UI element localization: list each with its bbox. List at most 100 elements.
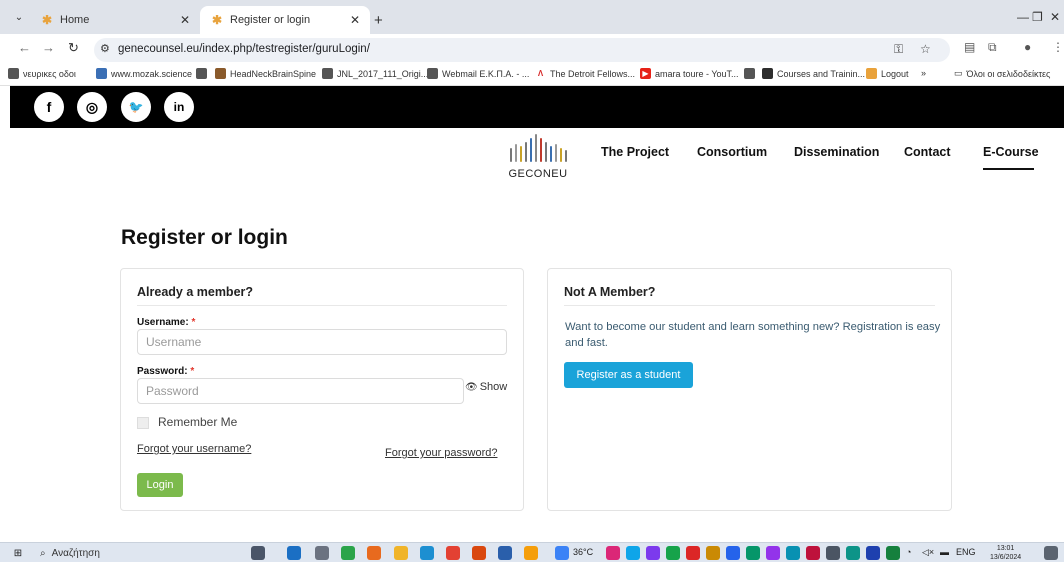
- password-input[interactable]: [137, 378, 464, 404]
- bookmark-label: www.mozak.science: [111, 68, 193, 79]
- language-indicator[interactable]: ENG: [956, 547, 976, 557]
- detroit-icon: Λ: [535, 68, 546, 79]
- edge-icon[interactable]: [420, 546, 434, 560]
- tab-search-icon[interactable]: ⌄: [10, 8, 28, 26]
- remember-me-checkbox[interactable]: [137, 417, 149, 429]
- forward-icon[interactable]: →: [42, 40, 55, 55]
- tray-icon[interactable]: [686, 546, 700, 560]
- windows-start-icon[interactable]: ⊞: [12, 547, 24, 559]
- tab-home[interactable]: ✱ Home ✕: [30, 6, 200, 34]
- eye-icon: 👁: [465, 381, 478, 393]
- clock[interactable]: 13:01 13/6/2024: [990, 544, 1021, 562]
- tray-icon[interactable]: [786, 546, 800, 560]
- app-icon[interactable]: [524, 546, 538, 560]
- bookmark-item[interactable]: Logout: [866, 68, 909, 79]
- word-icon[interactable]: [498, 546, 512, 560]
- site-logo[interactable]: GECONEU: [500, 134, 576, 184]
- windows-taskbar: ⊞ ⌕ Αναζήτηση 36°C ◔ ◁× ▬ ENG 13:01 13/6…: [0, 542, 1064, 562]
- minimize-icon[interactable]: —: [1017, 10, 1029, 24]
- menu-dots-icon[interactable]: ⋮: [1052, 40, 1064, 54]
- forgot-password-link[interactable]: Forgot your password?: [385, 447, 498, 459]
- bookmark-item[interactable]: JNL_2017_111_Origi...: [322, 68, 428, 79]
- volume-icon[interactable]: ◁×: [922, 547, 934, 558]
- close-window-icon[interactable]: ✕: [1050, 10, 1060, 24]
- tray-icon[interactable]: [666, 546, 680, 560]
- tray-icon[interactable]: [766, 546, 780, 560]
- show-label: Show: [479, 381, 508, 393]
- close-tab-icon[interactable]: ✕: [180, 13, 190, 27]
- logo-text: GECONEU: [508, 168, 568, 180]
- linkedin-icon[interactable]: in: [164, 92, 194, 122]
- profile-icon[interactable]: ●: [1024, 40, 1031, 54]
- nav-e-course[interactable]: E-Course: [983, 145, 1039, 159]
- firefox-icon[interactable]: [367, 546, 381, 560]
- show-password-toggle[interactable]: 👁 Show: [465, 381, 507, 393]
- chrome-icon[interactable]: [446, 546, 460, 560]
- close-tab-icon[interactable]: ✕: [350, 13, 360, 27]
- instagram-icon[interactable]: ◎: [77, 92, 107, 122]
- joomla-favicon-icon: ✱: [211, 13, 223, 27]
- forgot-username-link[interactable]: Forgot your username?: [137, 443, 251, 455]
- register-student-button[interactable]: Register as a student: [564, 362, 693, 388]
- new-tab-icon[interactable]: +: [374, 12, 383, 29]
- file-explorer-icon[interactable]: [394, 546, 408, 560]
- tray-icon[interactable]: [626, 546, 640, 560]
- bookmark-item[interactable]: [744, 68, 759, 79]
- battery-icon[interactable]: ▬: [940, 547, 949, 557]
- url-text[interactable]: genecounsel.eu/index.php/testregister/gu…: [118, 43, 370, 55]
- back-icon[interactable]: ←: [18, 40, 31, 55]
- bookmark-star-icon[interactable]: ☆: [920, 42, 931, 56]
- search-icon: ⌕: [40, 547, 46, 559]
- nav-consortium[interactable]: Consortium: [697, 145, 767, 159]
- remember-me-label: Remember Me: [158, 415, 238, 429]
- reading-list-icon[interactable]: ▤: [964, 40, 975, 54]
- settings-icon[interactable]: [315, 546, 329, 560]
- tray-icon[interactable]: [726, 546, 740, 560]
- non-member-heading: Not A Member?: [564, 285, 656, 299]
- username-input[interactable]: [137, 329, 507, 355]
- taskbar-search[interactable]: ⌕ Αναζήτηση: [40, 544, 230, 562]
- network-icon[interactable]: ◔: [906, 547, 911, 557]
- app-icon[interactable]: [341, 546, 355, 560]
- bookmark-label: νευρικες οδοι: [23, 68, 76, 79]
- password-key-icon[interactable]: ⚿: [894, 42, 903, 57]
- task-view-icon[interactable]: [251, 546, 265, 560]
- bookmark-item[interactable]: νευρικες οδοι: [8, 68, 76, 79]
- twitter-icon[interactable]: 🐦: [121, 92, 151, 122]
- facebook-icon[interactable]: f: [34, 92, 64, 122]
- nav-contact[interactable]: Contact: [904, 145, 951, 159]
- all-bookmarks-folder[interactable]: ▭ Όλοι οι σελιδοδείκτες: [954, 68, 1050, 79]
- reload-icon[interactable]: ↻: [68, 40, 79, 56]
- extensions-icon[interactable]: ⧉: [988, 40, 997, 55]
- tab-register-or-login[interactable]: ✱ Register or login ✕: [200, 6, 370, 34]
- bookmark-item[interactable]: [196, 68, 211, 79]
- tray-icon[interactable]: [746, 546, 760, 560]
- bookmark-item[interactable]: www.mozak.science: [96, 68, 192, 79]
- outlook-icon[interactable]: [287, 546, 301, 560]
- nav-dissemination[interactable]: Dissemination: [794, 145, 879, 159]
- address-bar[interactable]: ⚙ genecounsel.eu/index.php/testregister/…: [94, 38, 950, 62]
- more-bookmarks-icon[interactable]: »: [921, 68, 926, 78]
- nav-the-project[interactable]: The Project: [601, 145, 669, 159]
- bookmark-item[interactable]: Webmail Ε.Κ.Π.Α. - ...: [427, 68, 529, 79]
- bookmark-item[interactable]: ▶ amara toure - YouT...: [640, 68, 739, 79]
- tray-icon[interactable]: [826, 546, 840, 560]
- tray-icon[interactable]: [866, 546, 880, 560]
- temperature[interactable]: 36°C: [573, 547, 593, 557]
- tray-icon[interactable]: [846, 546, 860, 560]
- bookmark-item[interactable]: HeadNeckBrainSpine: [215, 68, 316, 79]
- app-icon[interactable]: [472, 546, 486, 560]
- notifications-icon[interactable]: [1044, 546, 1058, 560]
- member-login-panel: Already a member? Username: * Password: …: [120, 268, 524, 511]
- tray-icon[interactable]: [606, 546, 620, 560]
- tray-icon[interactable]: [646, 546, 660, 560]
- bookmark-item[interactable]: Λ The Detroit Fellows...: [535, 68, 635, 79]
- maximize-icon[interactable]: ❐: [1032, 10, 1043, 24]
- tray-icon[interactable]: [706, 546, 720, 560]
- tray-icon[interactable]: [806, 546, 820, 560]
- site-info-icon[interactable]: ⚙: [100, 42, 110, 55]
- tray-icon[interactable]: [886, 546, 900, 560]
- social-bar: f ◎ 🐦 in: [10, 86, 1064, 128]
- login-button[interactable]: Login: [137, 473, 183, 497]
- bookmark-item[interactable]: Courses and Trainin...: [762, 68, 865, 79]
